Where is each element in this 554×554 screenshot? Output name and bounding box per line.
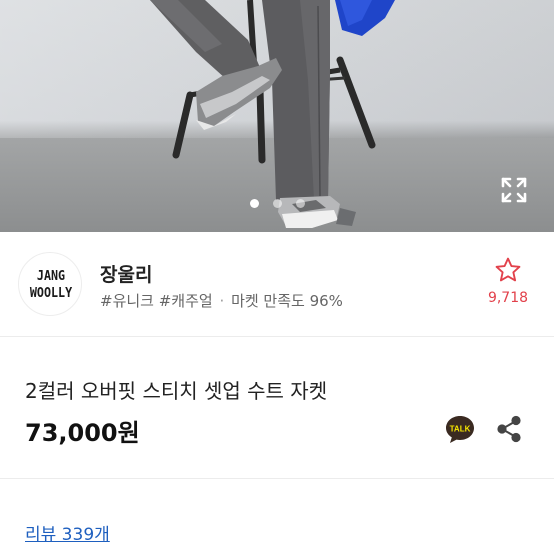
talk-label: TALK	[450, 425, 471, 434]
kakao-talk-button[interactable]: TALK	[444, 413, 476, 445]
review-count-link[interactable]: 리뷰 339개	[25, 520, 110, 545]
product-title: 2컬러 오버핏 스티치 셋업 수트 자켓	[25, 379, 328, 403]
seller-avatar[interactable]: JANG WOOLLY	[18, 252, 82, 316]
seller-info: JANG WOOLLY 장울리 #유니크 #캐주얼 · 마켓 만족도 96% 9…	[0, 232, 554, 337]
favorite-count: 9,718	[487, 290, 529, 306]
seller-tags: #유니크 #캐주얼	[100, 292, 213, 310]
market-satisfaction: 마켓 만족도 96%	[231, 292, 343, 310]
seller-name[interactable]: 장울리	[100, 260, 152, 287]
product-info: 2컬러 오버핏 스티치 셋업 수트 자켓 73,000원 TALK	[0, 337, 554, 479]
share-icon[interactable]	[496, 414, 522, 444]
gallery-pagination	[0, 193, 554, 208]
reviews-section: 리뷰 339개	[0, 479, 554, 554]
avatar-logo-line-1: JANG	[36, 269, 66, 284]
seller-meta: #유니크 #캐주얼 · 마켓 만족도 96%	[100, 290, 343, 311]
gallery-dot[interactable]	[272, 199, 282, 208]
expand-icon[interactable]	[498, 174, 530, 206]
product-price: 73,000원	[25, 419, 140, 447]
favorite-button[interactable]: 9,718	[482, 256, 534, 306]
star-outline-icon	[495, 257, 521, 282]
product-image-gallery[interactable]	[0, 0, 554, 232]
meta-separator: ·	[219, 292, 225, 310]
avatar-logo-line-2: WOOLLY	[29, 286, 73, 301]
gallery-dot[interactable]	[295, 199, 305, 208]
gallery-dot[interactable]	[249, 199, 259, 208]
